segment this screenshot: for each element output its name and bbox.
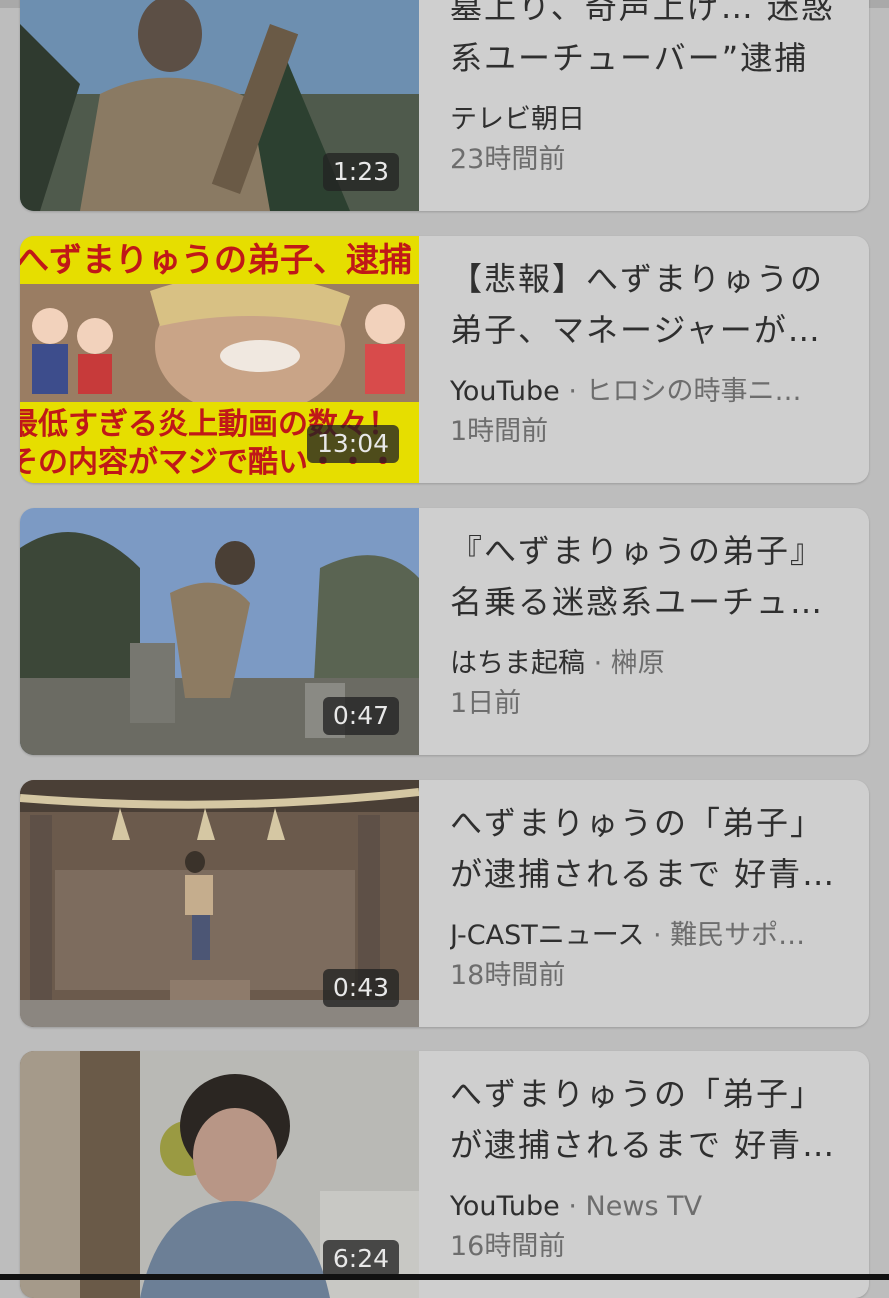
video-channel-line: J-CASTニュース · 難民サポ… <box>450 916 845 956</box>
video-thumbnail[interactable]: へずまりゅうの弟子、逮捕 最低すぎる炎上動画の数々！ その内容がマジで酷い・・・… <box>20 236 419 483</box>
video-title[interactable]: 墓上り、奇声上げ… 迷惑 系ユーチューバー”逮捕 <box>450 0 845 84</box>
upload-time: 23時間前 <box>450 144 566 175</box>
duration-badge: 13:04 <box>306 425 399 463</box>
video-card[interactable]: 0:43 へずまりゅうの「弟子」 が逮捕されるまで 好青… J-CASTニュース… <box>20 780 869 1027</box>
channel-extra: · 難民サポ… <box>652 920 806 951</box>
channel-extra: · News TV <box>568 1191 703 1222</box>
video-channel-line: テレビ朝日 <box>450 100 845 140</box>
upload-time: 18時間前 <box>450 960 566 991</box>
video-channel-line: YouTube · ヒロシの時事ニ… <box>450 372 845 412</box>
duration-badge: 0:47 <box>322 697 399 735</box>
video-thumbnail[interactable]: 0:47 <box>20 508 419 755</box>
thumbnail-caption-top: へずまりゅうの弟子、逮捕 <box>20 240 412 279</box>
video-channel-line: はちま起稿 · 榊原 <box>450 644 845 684</box>
video-card[interactable]: 1:23 墓上り、奇声上げ… 迷惑 系ユーチューバー”逮捕 テレビ朝日 23時間… <box>20 0 869 211</box>
channel-extra: · ヒロシの時事ニ… <box>568 376 802 407</box>
channel-name[interactable]: YouTube <box>450 1191 560 1222</box>
channel-extra: · 榊原 <box>593 648 665 679</box>
video-info: へずまりゅうの「弟子」 が逮捕されるまで 好青… YouTube · News … <box>450 1069 845 1267</box>
video-card[interactable]: 6:24 へずまりゅうの「弟子」 が逮捕されるまで 好青… YouTube · … <box>20 1051 869 1298</box>
channel-name[interactable]: はちま起稿 <box>450 648 585 679</box>
video-info: 『へずまりゅうの弟子』 名乗る迷惑系ユーチュ… はちま起稿 · 榊原 1日前 <box>450 526 845 724</box>
video-info: 【悲報】へずまりゅうの 弟子、マネージャーが… YouTube · ヒロシの時事… <box>450 254 845 452</box>
upload-time: 1時間前 <box>450 416 549 447</box>
channel-name[interactable]: J-CASTニュース <box>450 920 644 951</box>
duration-badge: 0:43 <box>322 969 399 1007</box>
video-channel-line: YouTube · News TV <box>450 1187 845 1227</box>
duration-badge: 6:24 <box>322 1240 399 1278</box>
video-thumbnail[interactable]: 6:24 <box>20 1051 419 1298</box>
duration-badge: 1:23 <box>322 153 399 191</box>
video-title[interactable]: へずまりゅうの「弟子」 が逮捕されるまで 好青… <box>450 1069 845 1171</box>
channel-name[interactable]: YouTube <box>450 376 560 407</box>
upload-time: 16時間前 <box>450 1231 566 1262</box>
video-title[interactable]: 【悲報】へずまりゅうの 弟子、マネージャーが… <box>450 254 845 356</box>
video-thumbnail[interactable]: 0:43 <box>20 780 419 1027</box>
video-info: へずまりゅうの「弟子」 が逮捕されるまで 好青… J-CASTニュース · 難民… <box>450 798 845 996</box>
video-info: 墓上り、奇声上げ… 迷惑 系ユーチューバー”逮捕 テレビ朝日 23時間前 <box>450 0 845 180</box>
channel-name[interactable]: テレビ朝日 <box>450 104 585 135</box>
video-card[interactable]: へずまりゅうの弟子、逮捕 最低すぎる炎上動画の数々！ その内容がマジで酷い・・・… <box>20 236 869 483</box>
video-thumbnail[interactable]: 1:23 <box>20 0 419 211</box>
video-card[interactable]: 0:47 『へずまりゅうの弟子』 名乗る迷惑系ユーチュ… はちま起稿 · 榊原 … <box>20 508 869 755</box>
bottom-edge <box>0 1274 889 1280</box>
video-title[interactable]: 『へずまりゅうの弟子』 名乗る迷惑系ユーチュ… <box>450 526 845 628</box>
upload-time: 1日前 <box>450 688 522 719</box>
video-title[interactable]: へずまりゅうの「弟子」 が逮捕されるまで 好青… <box>450 798 845 900</box>
